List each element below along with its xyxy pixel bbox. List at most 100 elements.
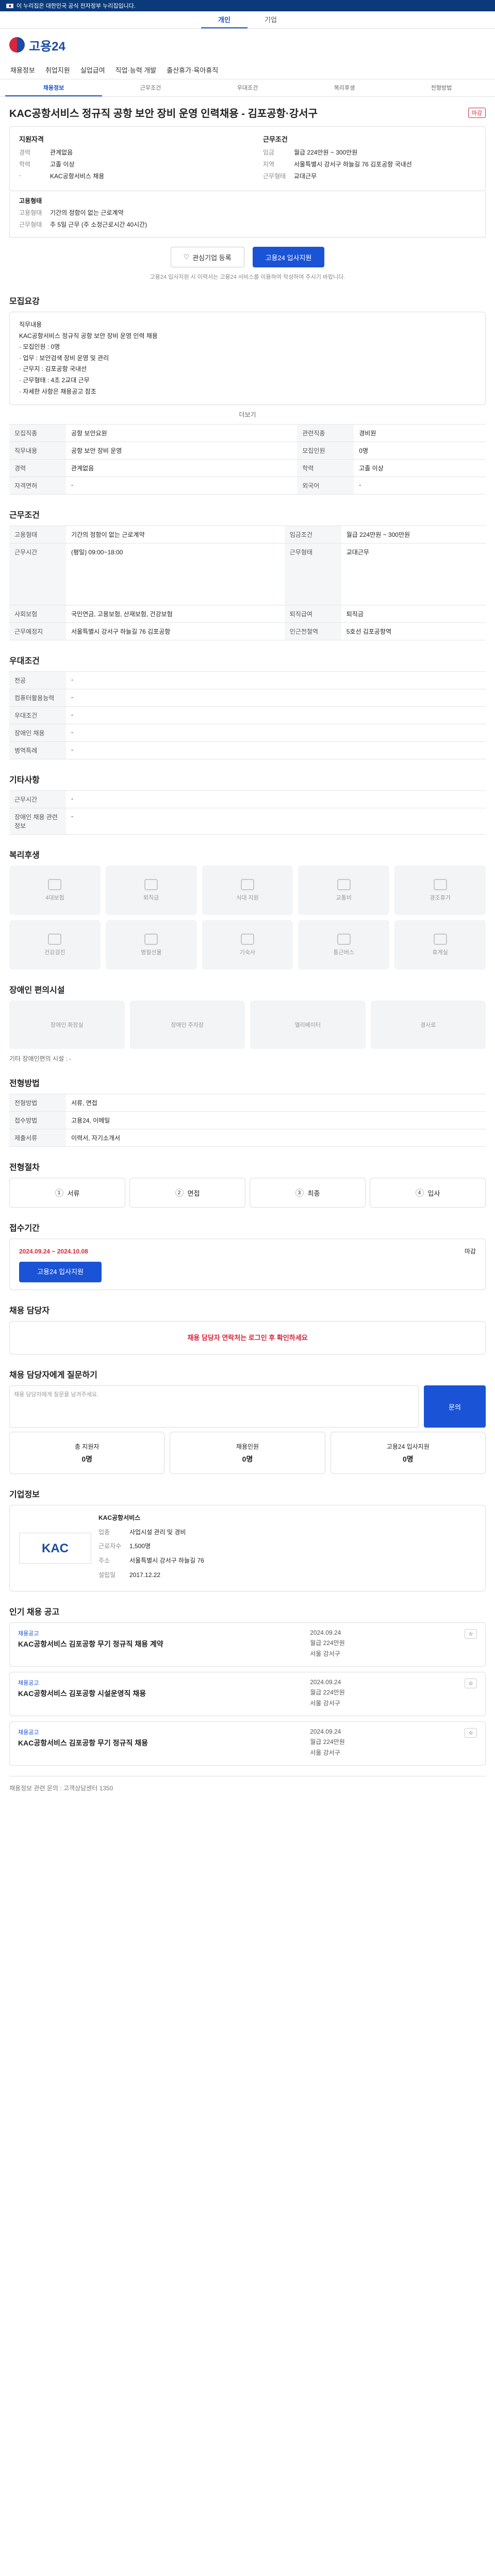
job-date: 2024.09.24 xyxy=(310,1629,341,1637)
table-header: 경력 xyxy=(9,459,66,478)
welfare-label: 기숙사 xyxy=(239,950,256,956)
table-header: 외국어 xyxy=(297,477,354,495)
section-qna-title: 채용 담당자에게 질문하기 xyxy=(9,1371,97,1380)
qna-submit-button[interactable]: 문의 xyxy=(424,1385,486,1428)
logo[interactable]: 고용24 xyxy=(29,36,65,54)
table-cell: 관계없음 xyxy=(66,459,298,478)
gnb-item[interactable]: 실업급여 xyxy=(80,65,105,75)
etc-table: 근무시간 - 장애인 채용 관련 정보 - xyxy=(9,790,486,835)
job-date: 2024.09.24 xyxy=(310,1679,341,1686)
step-label: 최종 xyxy=(307,1189,320,1197)
disability-item: 엘리베이터 xyxy=(250,1001,366,1049)
interest-button[interactable]: ♡ 관심기업 등록 xyxy=(170,247,244,267)
job-location: 서울 강서구 xyxy=(310,1749,340,1757)
company-key: 주소 xyxy=(98,1556,110,1564)
summary-right-head: 근무조건 xyxy=(263,135,288,143)
table-header: 임금조건 xyxy=(284,526,341,544)
table-header: 관련직종 xyxy=(297,424,354,443)
summary-key: 경력 xyxy=(19,149,31,156)
table-header: 제출서류 xyxy=(9,1129,66,1147)
table-cell: 퇴직금 xyxy=(341,605,486,623)
qna-textarea[interactable]: 채용 담당자에게 질문을 남겨주세요. xyxy=(9,1385,419,1428)
company-key: 근로자수 xyxy=(98,1543,122,1550)
welfare-label: 교통비 xyxy=(336,895,352,902)
table-cell: 국민연금, 고용보험, 산재보험, 건강보험 xyxy=(66,605,285,623)
table-header: 근무시간 xyxy=(9,543,66,606)
table-cell: 이력서, 자기소개서 xyxy=(66,1129,486,1147)
table-cell: - xyxy=(66,671,486,690)
apply-status: 마감 xyxy=(464,1248,476,1256)
apply-button-2[interactable]: 고용24 입사지원 xyxy=(19,1261,102,1282)
company-name[interactable]: KAC공항서비스 xyxy=(98,1513,476,1524)
section-contact-title: 채용 담당자 xyxy=(9,1306,50,1315)
section-select-title: 전형방법 xyxy=(9,1079,40,1089)
welfare-icon xyxy=(337,879,351,891)
job-wage: 월급 224만원 xyxy=(310,1738,345,1746)
welfare-label: 경조휴가 xyxy=(430,895,451,902)
apply-button[interactable]: 고용24 입사지원 xyxy=(252,247,325,267)
more-button[interactable]: 더보기 xyxy=(9,410,486,419)
welfare-item: 4대보험 xyxy=(9,866,101,916)
table-cell: 월급 224만원 ~ 300만원 xyxy=(341,526,486,544)
tab-selection[interactable]: 전형방법 xyxy=(393,79,490,96)
job-date: 2024.09.24 xyxy=(310,1728,341,1736)
tab-preferences[interactable]: 우대조건 xyxy=(199,79,296,96)
job-card[interactable]: 채용공고 KAC공항서비스 김포공항 무기 정규직 채용 계약 2024.09.2… xyxy=(9,1622,486,1667)
job-card[interactable]: 채용공고 KAC공항서비스 김포공항 무기 정규직 채용 2024.09.24 월급… xyxy=(9,1721,486,1766)
disability-item: 장애인 주차장 xyxy=(129,1001,245,1049)
bookmark-icon[interactable]: ☆ xyxy=(465,1629,477,1639)
gov-banner-text: 이 누리집은 대한민국 공식 전자정부 누리집입니다. xyxy=(16,3,136,9)
bookmark-icon[interactable]: ☆ xyxy=(465,1679,477,1689)
stat-card: 채용인원 0명 xyxy=(170,1432,325,1475)
recruit-table: 모집직종 공항 보안요원 관련직종 경비원 직무내용 공항 보안 장비 운영 모집인원 0명… xyxy=(9,424,486,495)
logo-icon[interactable] xyxy=(9,37,25,53)
table-cell: 경비원 xyxy=(354,424,486,443)
stats-row: 총 지원자 0명 채용인원 0명 고용24 입사지원 0명 xyxy=(9,1432,486,1475)
stat-card: 총 지원자 0명 xyxy=(9,1432,165,1475)
summary-key: 지역 xyxy=(263,161,275,168)
apply-note: 고용24 입사지원 시 이력서는 고용24 서비스를 이용하여 작성하여 주시기… xyxy=(150,274,345,280)
table-header: 전공 xyxy=(9,671,66,690)
stat-label: 총 지원자 xyxy=(74,1443,100,1450)
tab-recruit[interactable]: 채용정보 xyxy=(5,79,102,96)
table-cell: 서류, 면접 xyxy=(66,1094,486,1112)
welfare-item: 통근버스 xyxy=(298,920,390,970)
summary-key: 근무형태 xyxy=(19,221,42,228)
gnb-item[interactable]: 직업·능력 개발 xyxy=(116,65,157,75)
step-label: 입사 xyxy=(427,1189,440,1197)
job-location: 서울 강서구 xyxy=(310,1650,340,1658)
table-header: 학력 xyxy=(297,459,354,478)
table-header: 컴퓨터활용능력 xyxy=(9,689,66,707)
job-card[interactable]: 채용공고 KAC공항서비스 김포공항 시설운영직 채용 2024.09.24 월급 … xyxy=(9,1672,486,1717)
bookmark-icon[interactable]: ☆ xyxy=(465,1728,477,1738)
step-number: 4 xyxy=(415,1189,424,1197)
status-badge: 마감 xyxy=(468,107,486,118)
welfare-label: 4대보험 xyxy=(45,895,64,902)
tab-personal[interactable]: 개인 xyxy=(201,11,248,28)
gnb-item[interactable]: 출산휴가·육아휴직 xyxy=(167,65,218,75)
disability-grid: 장애인 화장실 장애인 주차장 엘리베이터 경사로 xyxy=(9,1001,486,1049)
company-value: 2017.12.22 xyxy=(129,1571,161,1579)
gnb-item[interactable]: 취업지원 xyxy=(45,65,70,75)
table-header: 사회보험 xyxy=(9,605,66,623)
summary-value: 고졸 이상 xyxy=(50,161,75,168)
job-title[interactable]: KAC공항서비스 김포공항 무기 정규직 채용 xyxy=(18,1738,214,1749)
table-cell: (평일) 09:00~18:00 xyxy=(66,543,285,606)
footer-note: 채용정보 관련 문의 : 고객상담센터 1350 xyxy=(9,1785,113,1792)
gnb-item[interactable]: 채용정보 xyxy=(10,65,35,75)
step-item: 1 서류 xyxy=(9,1178,125,1208)
job-title[interactable]: KAC공항서비스 김포공항 시설운영직 채용 xyxy=(18,1689,214,1699)
job-title[interactable]: KAC공항서비스 김포공항 무기 정규직 채용 계약 xyxy=(18,1639,214,1650)
tab-welfare[interactable]: 복리후생 xyxy=(296,79,393,96)
tab-conditions[interactable]: 근무조건 xyxy=(102,79,199,96)
summary-value: 교대근무 xyxy=(294,173,317,180)
company-box: KAC KAC공항서비스 업종 사업시설 관리 및 경비 근로자수 1,500명 주… xyxy=(9,1505,486,1592)
step-number: 1 xyxy=(55,1189,63,1197)
tab-business[interactable]: 기업 xyxy=(248,11,294,28)
apply-period-box: 2024.09.24 ~ 2024.10.08 고용24 입사지원 마감 xyxy=(9,1239,486,1290)
pref-table: 전공 - 컴퓨터활용능력 - 우대조건 - 장애인 채용 - 병역특례 - xyxy=(9,671,486,760)
section-jobs-title: 인기 채용 공고 xyxy=(9,1608,60,1617)
company-value: 사업시설 관리 및 경비 xyxy=(129,1528,186,1536)
table-cell: 고용24, 이메일 xyxy=(66,1111,486,1130)
welfare-item: 휴게실 xyxy=(394,920,486,970)
